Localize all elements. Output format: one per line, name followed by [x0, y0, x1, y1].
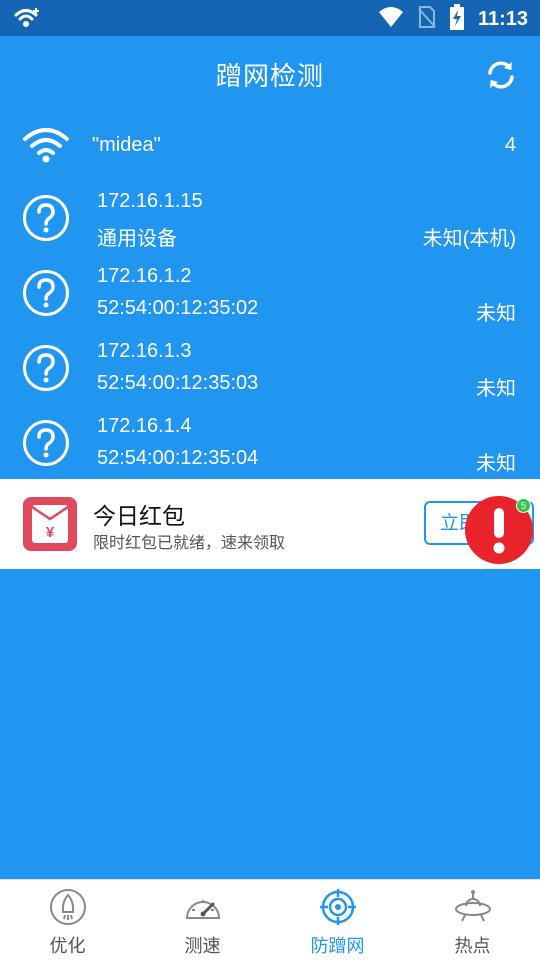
page-title: 蹭网检测	[215, 62, 324, 92]
device-type: 未知	[476, 303, 516, 325]
nav-label: 热点	[454, 936, 491, 957]
red-packet-icon: ¥	[23, 497, 77, 551]
bottom-nav: 优化 测速 防蹭网 热点	[0, 879, 540, 960]
nav-label: 测速	[184, 936, 221, 957]
refresh-button[interactable]	[484, 58, 518, 92]
device-ip: 172.16.1.2	[97, 265, 192, 287]
device-ip: 172.16.1.15	[97, 190, 203, 212]
yuan-symbol: ¥	[46, 524, 55, 541]
device-row[interactable]: 172.16.1.3 52:54:00:12:35:03 未知	[0, 330, 540, 405]
device-mac: 52:54:00:12:35:02	[97, 297, 259, 319]
nav-item-speed-test[interactable]: 测速	[135, 880, 270, 960]
device-ip: 172.16.1.3	[97, 340, 192, 362]
ad-title: 今日红包	[93, 504, 185, 530]
question-icon	[23, 420, 69, 466]
wifi-icon	[22, 126, 70, 168]
speedometer-icon	[185, 900, 220, 919]
nav-item-hotspot[interactable]: 热点	[405, 880, 540, 960]
question-icon	[23, 345, 69, 391]
device-count: 4	[504, 134, 516, 156]
nav-label: 防蹭网	[310, 936, 365, 957]
device-list: 172.16.1.15 通用设备 未知(本机) 172.16.1.2 52:54…	[0, 180, 540, 480]
nav-item-anti-freeloader[interactable]: 防蹭网	[270, 880, 405, 960]
device-type: 未知	[476, 453, 516, 475]
no-sim-icon	[418, 5, 436, 33]
device-type: 未知	[476, 378, 516, 400]
notification-count-badge: 5	[516, 498, 531, 513]
refresh-icon	[488, 61, 514, 89]
question-icon	[23, 195, 69, 241]
device-mac: 52:54:00:12:35:03	[97, 372, 259, 394]
red-packet-ad[interactable]: ¥ 今日红包 限时红包已就绪，速来领取 立即领取	[0, 479, 540, 569]
wifi-signal-icon	[378, 6, 404, 32]
header: 蹭网检测	[0, 36, 540, 112]
battery-charging-icon	[449, 4, 464, 34]
rocket-icon	[49, 889, 86, 925]
network-ssid: "midea"	[92, 134, 161, 156]
device-type: 未知(本机)	[422, 228, 516, 250]
status-time: 11:13	[477, 7, 528, 30]
device-mac: 52:54:00:12:35:04	[97, 447, 259, 469]
ad-subtitle: 限时红包已就绪，速来领取	[93, 533, 286, 552]
nav-label: 优化	[49, 936, 86, 957]
device-row[interactable]: 172.16.1.2 52:54:00:12:35:02 未知	[0, 255, 540, 330]
target-icon	[319, 889, 356, 925]
status-bar: 11:13	[0, 0, 540, 36]
question-icon	[23, 270, 69, 316]
nav-item-optimize[interactable]: 优化	[0, 880, 135, 960]
device-row[interactable]: 172.16.1.4 52:54:00:12:35:04 未知	[0, 405, 540, 480]
wifi-plus-icon	[14, 6, 42, 34]
ufo-icon	[454, 890, 491, 922]
device-ip: 172.16.1.4	[97, 415, 192, 437]
device-row[interactable]: 172.16.1.15 通用设备 未知(本机)	[0, 180, 540, 255]
network-row: "midea" 4	[0, 112, 540, 180]
device-description: 通用设备	[97, 228, 177, 250]
